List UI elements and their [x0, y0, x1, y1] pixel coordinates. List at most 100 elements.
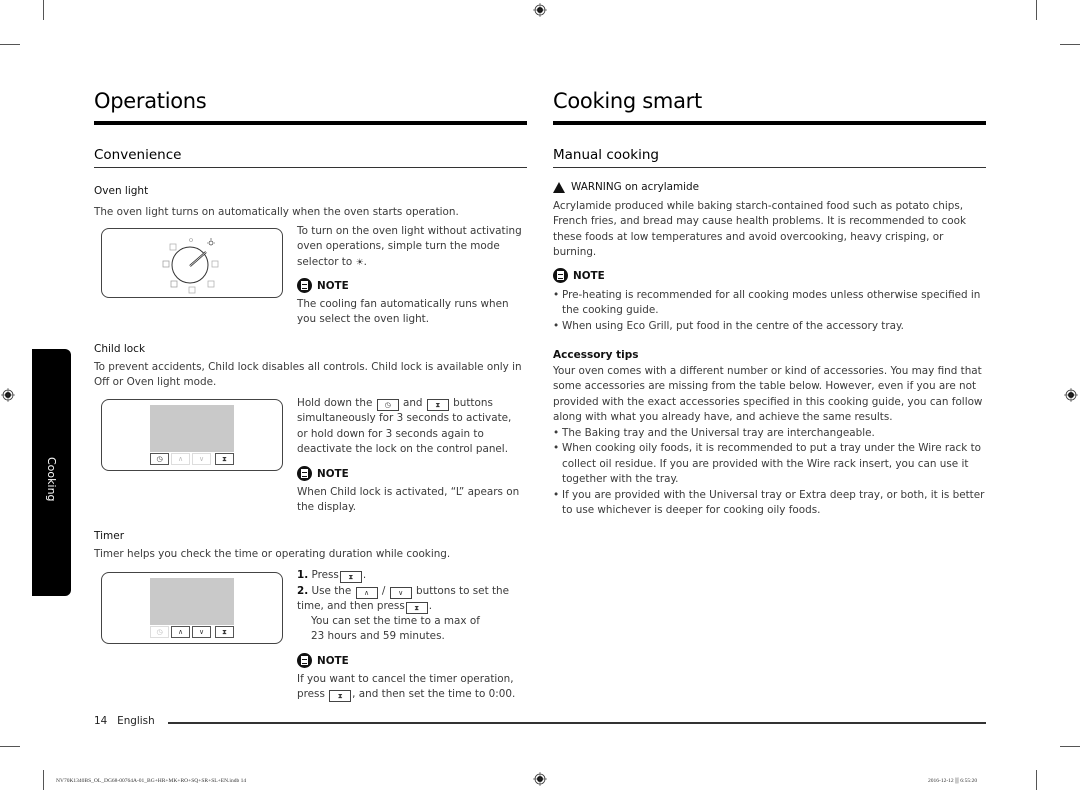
side-tab-label: Cooking smart — [15, 456, 58, 502]
up-button-icon: ∧ — [355, 587, 378, 599]
timer-note: If you want to cancel the timer operatio… — [297, 672, 522, 703]
panel-down-button: ∨ — [192, 626, 211, 638]
panel-clock-button: ◷ — [150, 453, 169, 465]
accessory-list: The Baking tray and the Universal tray a… — [553, 426, 988, 518]
clock-button-icon: ◷ — [376, 399, 399, 411]
timer-panel-diagram: ◷ ∧ ∨ ⧗ — [101, 572, 283, 644]
panel-up-button: ∧ — [171, 453, 190, 465]
section-rule-right — [553, 167, 986, 168]
page-title-left: Operations — [94, 89, 207, 113]
child-lock-instruction: Hold down the ◷ and ⧗ buttons simultaneo… — [297, 396, 525, 458]
crop-mark — [0, 746, 20, 747]
step1-end: . — [362, 569, 367, 581]
warning-text: Acrylamide produced while baking starch-… — [553, 200, 966, 259]
accessory-item: If you are provided with the Universal t… — [553, 488, 988, 519]
child-lock-note: When Child lock is activated, “L” apears… — [297, 486, 520, 514]
note-icon — [553, 268, 568, 283]
lamp-icon: ☀ — [355, 257, 364, 268]
page-number: 14 English — [94, 715, 155, 727]
registration-mark-icon — [533, 772, 547, 786]
step1-text: Press — [311, 569, 339, 581]
accessory-item: When cooking oily foods, it is recommend… — [553, 441, 988, 487]
warning-label: WARNING on acrylamide — [571, 181, 699, 193]
slug-filename: NV70K1340BS_OL_DG68-00764A-01_BG+HR+MK+R… — [56, 778, 247, 784]
child-lock-panel-diagram: ◷ ∧ ∨ ⧗ — [101, 399, 283, 471]
subheading-oven-light: Oven light — [94, 185, 149, 197]
note-heading: NOTE — [297, 466, 349, 481]
step2-use: Use the — [311, 585, 352, 597]
hourglass-button-icon: ⧗ — [329, 690, 352, 703]
page-title-right: Cooking smart — [553, 89, 702, 113]
crop-mark — [1060, 746, 1080, 747]
step2-end: . — [428, 600, 433, 613]
panel-up-button: ∧ — [171, 626, 190, 638]
crop-mark — [0, 44, 20, 45]
step-number: 1. — [297, 569, 309, 581]
note-label: NOTE — [317, 467, 349, 480]
panel-down-button: ∨ — [192, 453, 211, 465]
step-number: 2. — [297, 585, 309, 597]
instr-part1: Hold down the — [297, 397, 373, 409]
crop-mark — [43, 0, 44, 20]
note-label: NOTE — [317, 279, 349, 292]
timer-intro: Timer helps you check the time or operat… — [94, 548, 451, 560]
display-screen — [150, 578, 234, 625]
note-label: NOTE — [317, 654, 349, 667]
accessory-item: The Baking tray and the Universal tray a… — [553, 426, 988, 442]
oven-light-intro: The oven light turns on automatically wh… — [94, 206, 459, 218]
title-rule-left — [94, 121, 527, 125]
crop-mark — [43, 770, 44, 790]
title-rule-right — [553, 121, 986, 125]
note-list: Pre-heating is recommended for all cooki… — [553, 288, 988, 335]
oven-light-instruction-text: To turn on the oven light without activa… — [297, 225, 522, 268]
subheading-child-lock: Child lock — [94, 343, 146, 355]
hourglass-button-icon: ⧗ — [405, 602, 428, 615]
note-item: When using Eco Grill, put food in the ce… — [553, 319, 988, 335]
mode-dial-icon — [162, 238, 219, 294]
timer-step-1: 1. Press ⧗. — [297, 568, 522, 583]
instruction-end: . — [363, 255, 367, 268]
note-icon — [297, 466, 312, 481]
side-tab: Cooking smart — [15, 349, 71, 596]
note-item: Pre-heating is recommended for all cooki… — [553, 288, 988, 319]
note-heading: NOTE — [297, 653, 349, 668]
warning-heading: WARNING on acrylamide — [553, 181, 699, 193]
child-lock-intro: To prevent accidents, Child lock disable… — [94, 361, 522, 389]
step2-slash: / — [381, 585, 386, 597]
panel-timer-button: ⧗ — [215, 626, 234, 638]
footer-rule — [168, 722, 986, 724]
section-rule-left — [94, 167, 527, 168]
display-screen — [150, 405, 234, 452]
crop-mark — [1036, 770, 1037, 790]
section-title-manual-cooking: Manual cooking — [553, 147, 659, 163]
crop-mark — [1060, 44, 1080, 45]
note-label: NOTE — [573, 269, 605, 282]
accessory-intro: Your oven comes with a different number … — [553, 365, 983, 424]
registration-mark-icon — [1, 388, 15, 402]
hourglass-button-icon: ⧗ — [339, 571, 362, 583]
section-title-convenience: Convenience — [94, 147, 182, 163]
oven-light-instruction: To turn on the oven light without activa… — [297, 224, 529, 271]
oven-light-note: The cooling fan automatically runs when … — [297, 298, 509, 326]
instr-and: and — [402, 397, 423, 409]
timer-step-2: 2. Use the ∧ / ∨ buttons to set the time… — [297, 584, 522, 615]
registration-mark-icon — [533, 3, 547, 17]
panel-timer-button: ⧗ — [215, 453, 234, 465]
subheading-timer: Timer — [94, 530, 125, 542]
hourglass-button-icon: ⧗ — [426, 399, 449, 411]
warning-icon — [553, 181, 565, 193]
crop-mark — [1036, 0, 1037, 20]
registration-mark-icon — [1064, 388, 1078, 402]
down-button-icon: ∨ — [389, 587, 412, 599]
page-number-value: 14 — [94, 715, 108, 727]
timer-note-part2: , and then set the time to 0:00. — [352, 688, 516, 701]
note-heading: NOTE — [297, 278, 349, 293]
note-heading: NOTE — [553, 268, 605, 283]
mode-selector-diagram — [101, 228, 283, 298]
note-icon — [297, 653, 312, 668]
note-icon — [297, 278, 312, 293]
subheading-accessory-tips: Accessory tips — [553, 349, 639, 361]
panel-clock-button: ◷ — [150, 626, 169, 638]
page-language: English — [117, 715, 155, 727]
slug-timestamp: 2016-12-12 ▒ 6:55:20 — [928, 778, 978, 784]
